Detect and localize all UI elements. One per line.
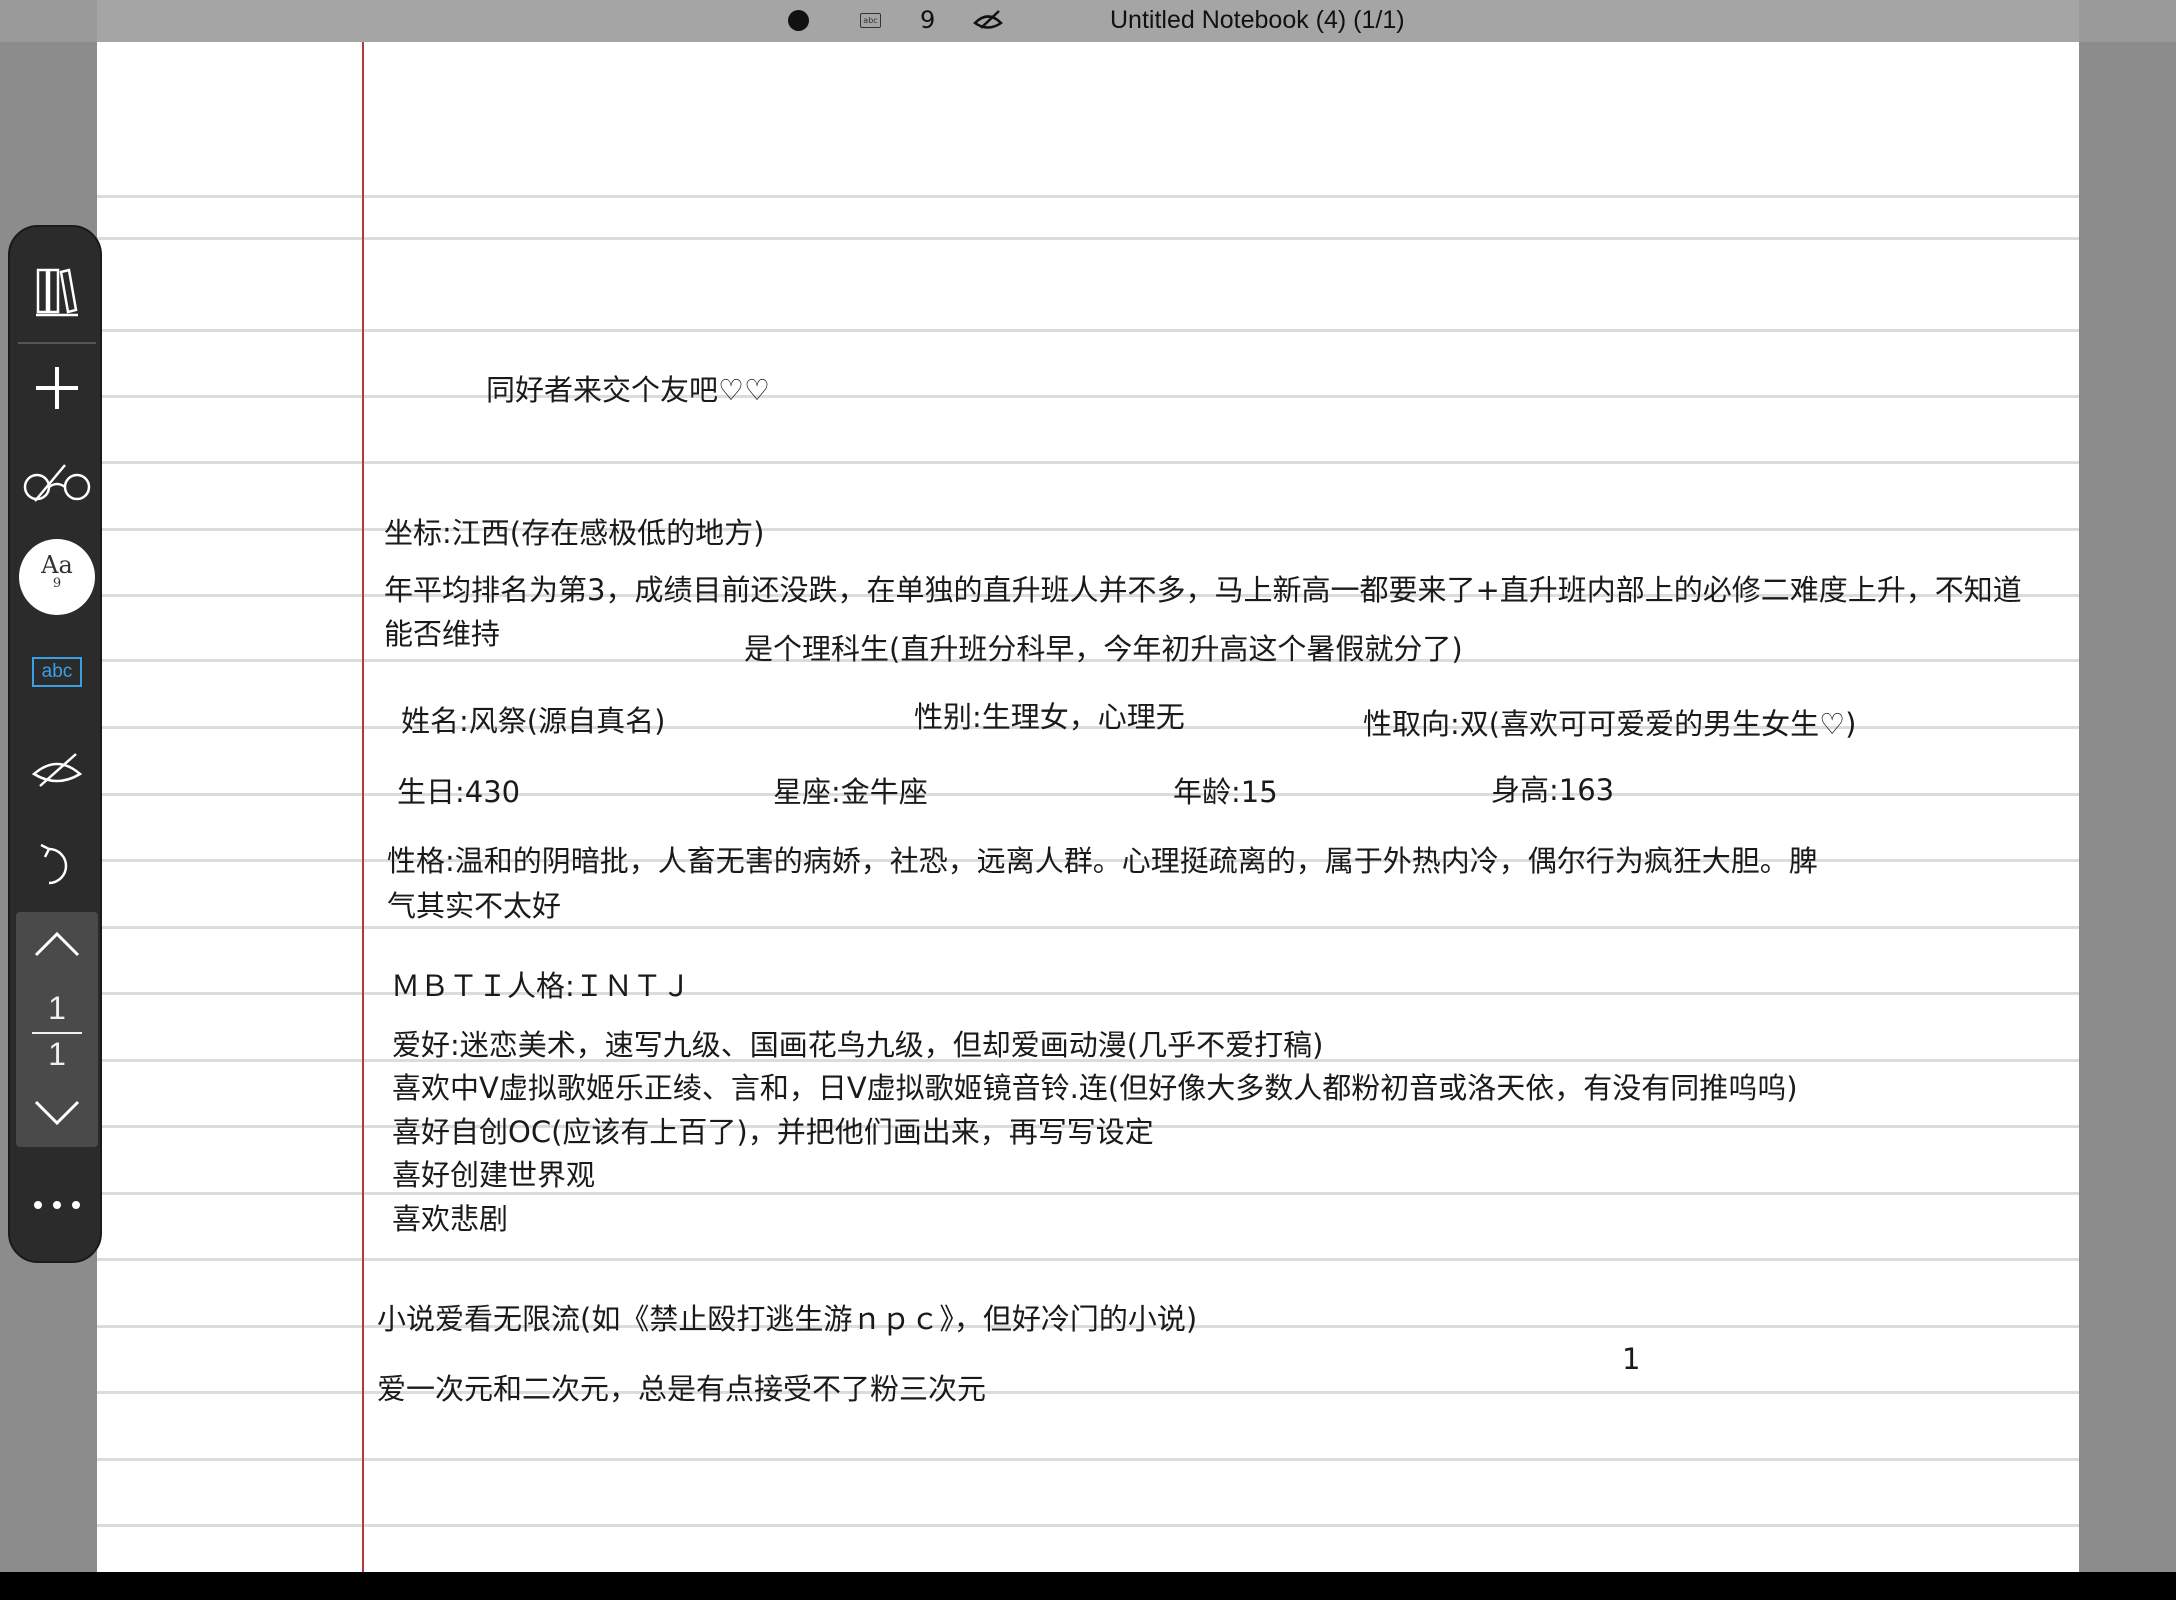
notebook-page[interactable]: 同好者来交个友吧♡♡ 坐标:江西(存在感极低的地方) 年平均排名为第3，成绩目前…	[97, 42, 2079, 1572]
page-up-icon[interactable]	[16, 924, 98, 964]
note-heading: 同好者来交个友吧♡♡	[486, 373, 770, 407]
note-height: 身高:163	[1491, 773, 1615, 807]
note-age: 年龄:15	[1173, 775, 1278, 809]
abc-icon[interactable]: abc	[860, 13, 881, 28]
abc-button[interactable]: abc	[32, 657, 82, 687]
ruled-line	[97, 195, 2079, 198]
note-personality-line1: 性格:温和的阴暗批，人畜无害的病娇，社恐，远离人群。心理挺疏离的，属于外热内冷，…	[387, 844, 1818, 878]
note-name: 姓名:风祭(源自真名)	[401, 704, 666, 738]
page-total: 1	[48, 1036, 66, 1072]
note-mbti: ＭＢＴＩ人格:ＩＮＴＪ	[391, 969, 691, 1003]
note-hobby: 喜欢悲剧	[392, 1202, 509, 1236]
more-icon[interactable]	[10, 1187, 104, 1223]
page-fraction-bar	[32, 1032, 82, 1034]
ruled-line	[97, 461, 2079, 464]
note-science: 是个理科生(直升班分科早，今年初升高这个暑假就分了)	[744, 632, 1463, 666]
note-rank-line1: 年平均排名为第3，成绩目前还没跌，在单独的直升班人并不多，马上新高一都要来了+直…	[384, 573, 2022, 607]
left-toolbar: Aa 9 abc 1 1	[8, 225, 102, 1263]
page-down-icon[interactable]	[16, 1092, 98, 1132]
pen-dot-icon[interactable]	[788, 10, 809, 31]
bottom-bar	[0, 1572, 2176, 1600]
note-hobby: 喜好创建世界观	[392, 1158, 596, 1192]
note-gender: 性别:生理女，心理无	[914, 700, 1185, 734]
font-size-indicator[interactable]: 9	[920, 6, 935, 34]
ruled-line	[97, 793, 2079, 796]
add-icon[interactable]	[10, 360, 104, 416]
page-navigator: 1 1	[16, 912, 98, 1147]
note-hobby: 爱好:迷恋美术，速写九级、国画花鸟九级，但却爱画动漫(几乎不爱打稿)	[392, 1028, 1324, 1062]
top-status-strip	[97, 0, 2079, 42]
font-label: Aa	[41, 551, 73, 579]
page-current: 1	[48, 990, 66, 1026]
hide-keyboard-icon[interactable]	[972, 6, 1004, 38]
ruled-line	[97, 395, 2079, 398]
font-size-label: 9	[52, 576, 62, 591]
note-birthday: 生日:430	[397, 775, 521, 809]
undo-icon[interactable]	[10, 837, 104, 893]
library-icon[interactable]	[10, 262, 104, 322]
ruled-line	[97, 1258, 2079, 1261]
ruled-line	[97, 1524, 2079, 1527]
note-stray-mark: 1	[1622, 1342, 1641, 1376]
glasses-icon[interactable]	[10, 455, 104, 511]
note-orientation: 性取向:双(喜欢可可爱爱的男生女生♡)	[1363, 707, 1857, 741]
toolbar-divider	[18, 342, 96, 344]
ruled-line	[97, 1458, 2079, 1461]
ruled-line	[97, 329, 2079, 332]
note-dimensions: 爱一次元和二次元，总是有点接受不了粉三次元	[377, 1372, 987, 1406]
note-personality-line2: 气其实不太好	[387, 889, 562, 923]
hide-handwriting-icon[interactable]	[10, 742, 104, 798]
notebook-title: Untitled Notebook (4) (1/1)	[1110, 6, 1405, 34]
font-button[interactable]: Aa 9	[19, 539, 95, 615]
note-novels: 小说爱看无限流(如《禁止殴打逃生游ｎｐｃ》，但好冷门的小说)	[377, 1302, 1198, 1336]
note-rank-line2: 能否维持	[384, 617, 501, 651]
note-zodiac: 星座:金牛座	[773, 775, 928, 809]
note-hobby: 喜欢中V虚拟歌姬乐正绫、言和，日V虚拟歌姬镜音铃.连(但好像大多数人都粉初音或洛…	[392, 1071, 1798, 1105]
ruled-line	[97, 237, 2079, 240]
note-hobby: 喜好自创OC(应该有上百了)，并把他们画出来，再写写设定	[392, 1115, 1154, 1149]
top-status-bar: abc 9 Untitled Notebook (4) (1/1)	[0, 0, 2176, 42]
note-location: 坐标:江西(存在感极低的地方)	[384, 516, 765, 550]
margin-line	[362, 42, 364, 1572]
